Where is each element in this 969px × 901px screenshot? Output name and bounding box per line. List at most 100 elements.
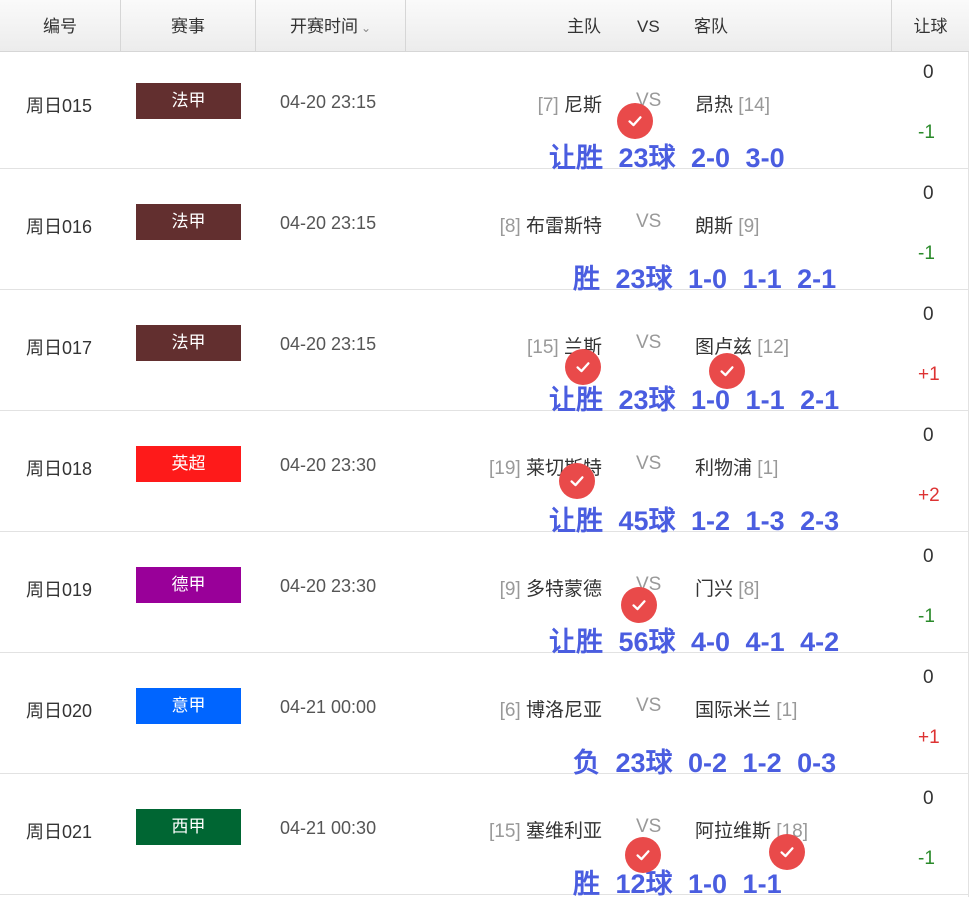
match-number: 周日021	[26, 822, 93, 842]
home-team[interactable]: [6] 博洛尼亚	[500, 695, 602, 722]
match-number: 周日015	[26, 96, 93, 116]
vs-label: VS	[636, 453, 662, 474]
handicap-zero: 0	[923, 62, 934, 83]
league-badge[interactable]: 法甲	[136, 325, 241, 361]
check-mark-icon	[625, 837, 661, 873]
table-row[interactable]: 周日021 西甲 04-21 00:30 [15] 塞维利亚 VS 阿拉维斯 […	[0, 774, 969, 899]
header-home: 主队	[567, 17, 601, 36]
home-rank: [9]	[499, 579, 521, 600]
away-name: 阿拉维斯	[695, 821, 772, 842]
home-name: 博洛尼亚	[525, 700, 602, 721]
away-name: 门兴	[695, 579, 734, 600]
home-rank: [7]	[537, 95, 559, 116]
home-name: 尼斯	[563, 95, 602, 116]
home-team[interactable]: [8] 布雷斯特	[500, 211, 602, 238]
check-mark-icon	[621, 587, 657, 623]
league-badge[interactable]: 德甲	[136, 567, 241, 603]
away-team[interactable]: 朗斯 [9]	[695, 211, 759, 238]
match-number: 周日017	[26, 338, 93, 358]
start-time: 04-21 00:30	[280, 818, 377, 838]
header-number: 编号	[0, 0, 121, 52]
table-row[interactable]: 周日020 意甲 04-21 00:00 [6] 博洛尼亚 VS 国际米兰 [1…	[0, 653, 969, 778]
home-team[interactable]: [9] 多特蒙德	[500, 574, 602, 601]
vs-label: VS	[636, 695, 662, 716]
start-time: 04-21 00:00	[280, 697, 377, 717]
handicap-zero: 0	[923, 183, 934, 204]
away-team[interactable]: 国际米兰 [1]	[695, 695, 797, 722]
vs-label: VS	[636, 211, 662, 232]
away-rank: [9]	[738, 216, 760, 237]
league-badge[interactable]: 法甲	[136, 83, 241, 119]
vs-label: VS	[636, 332, 662, 353]
away-rank: [1]	[757, 458, 779, 479]
check-mark-icon	[617, 103, 653, 139]
away-team[interactable]: 门兴 [8]	[695, 574, 759, 601]
away-rank: [12]	[757, 337, 789, 358]
home-rank: [8]	[499, 216, 521, 237]
table-row[interactable]: 周日019 德甲 04-20 23:30 [9] 多特蒙德 VS 门兴 [8] …	[0, 532, 969, 657]
home-name: 布雷斯特	[525, 216, 602, 237]
handicap-value: -1	[918, 848, 935, 869]
table-row[interactable]: 周日015 法甲 04-20 23:15 [7] 尼斯 VS 昂热 [14] 0…	[0, 48, 969, 173]
away-team[interactable]: 图卢兹 [12]	[695, 332, 789, 359]
handicap-zero: 0	[923, 667, 934, 688]
league-badge[interactable]: 意甲	[136, 688, 241, 724]
header-start-time[interactable]: 开赛时间 ⌄	[256, 0, 406, 52]
check-mark-icon	[709, 353, 745, 389]
chevron-down-icon: ⌄	[360, 21, 372, 35]
check-mark-icon	[565, 349, 601, 385]
check-mark-icon	[769, 834, 805, 870]
away-name: 利物浦	[695, 458, 753, 479]
home-name: 塞维利亚	[525, 821, 602, 842]
away-name: 朗斯	[695, 216, 734, 237]
header-vs: VS	[637, 17, 660, 36]
match-number: 周日016	[26, 217, 93, 237]
league-badge[interactable]: 英超	[136, 446, 241, 482]
match-number: 周日019	[26, 580, 93, 600]
vs-label: VS	[636, 816, 662, 837]
home-rank: [19]	[489, 458, 521, 479]
home-team[interactable]: [7] 尼斯	[538, 90, 602, 117]
away-team[interactable]: 利物浦 [1]	[695, 453, 778, 480]
home-team[interactable]: [15] 塞维利亚	[489, 816, 602, 843]
check-mark-icon	[559, 463, 595, 499]
handicap-zero: 0	[923, 788, 934, 809]
header-away: 客队	[694, 17, 728, 36]
handicap-zero: 0	[923, 546, 934, 567]
start-time: 04-20 23:15	[280, 334, 377, 354]
handicap-zero: 0	[923, 425, 934, 446]
away-rank: [8]	[738, 579, 760, 600]
home-rank: [15]	[527, 337, 559, 358]
handicap-zero: 0	[923, 304, 934, 325]
start-time: 04-20 23:30	[280, 576, 377, 596]
table-header: 编号 赛事 开赛时间 ⌄ 主队 VS 客队 让球	[0, 0, 969, 52]
away-rank: [14]	[738, 95, 770, 116]
handicap-value: +1	[918, 727, 940, 748]
table-row[interactable]: 周日017 法甲 04-20 23:15 [15] 兰斯 VS 图卢兹 [12]…	[0, 290, 969, 415]
header-start-time-label: 开赛时间	[289, 17, 358, 36]
table-row[interactable]: 周日018 英超 04-20 23:30 [19] 莱切斯特 VS 利物浦 [1…	[0, 411, 969, 536]
handicap-value: -1	[918, 122, 935, 143]
handicap-value: +2	[918, 485, 940, 506]
home-rank: [6]	[499, 700, 521, 721]
match-number: 周日020	[26, 701, 93, 721]
table-row[interactable]: 周日016 法甲 04-20 23:15 [8] 布雷斯特 VS 朗斯 [9] …	[0, 169, 969, 294]
header-handicap: 让球	[913, 17, 948, 36]
away-team[interactable]: 昂热 [14]	[695, 90, 770, 117]
league-badge[interactable]: 法甲	[136, 204, 241, 240]
header-event: 赛事	[121, 0, 256, 52]
start-time: 04-20 23:15	[280, 213, 377, 233]
handicap-value: -1	[918, 606, 935, 627]
start-time: 04-20 23:30	[280, 455, 377, 475]
away-name: 昂热	[695, 95, 734, 116]
home-name: 多特蒙德	[525, 579, 602, 600]
handicap-value: -1	[918, 243, 935, 264]
home-rank: [15]	[489, 821, 521, 842]
start-time: 04-20 23:15	[280, 92, 377, 112]
league-badge[interactable]: 西甲	[136, 809, 241, 845]
prediction-annotation: 胜 12球 1-0 1-1	[573, 869, 782, 899]
away-name: 国际米兰	[695, 700, 772, 721]
handicap-value: +1	[918, 364, 940, 385]
away-rank: [1]	[776, 700, 798, 721]
match-number: 周日018	[26, 459, 93, 479]
